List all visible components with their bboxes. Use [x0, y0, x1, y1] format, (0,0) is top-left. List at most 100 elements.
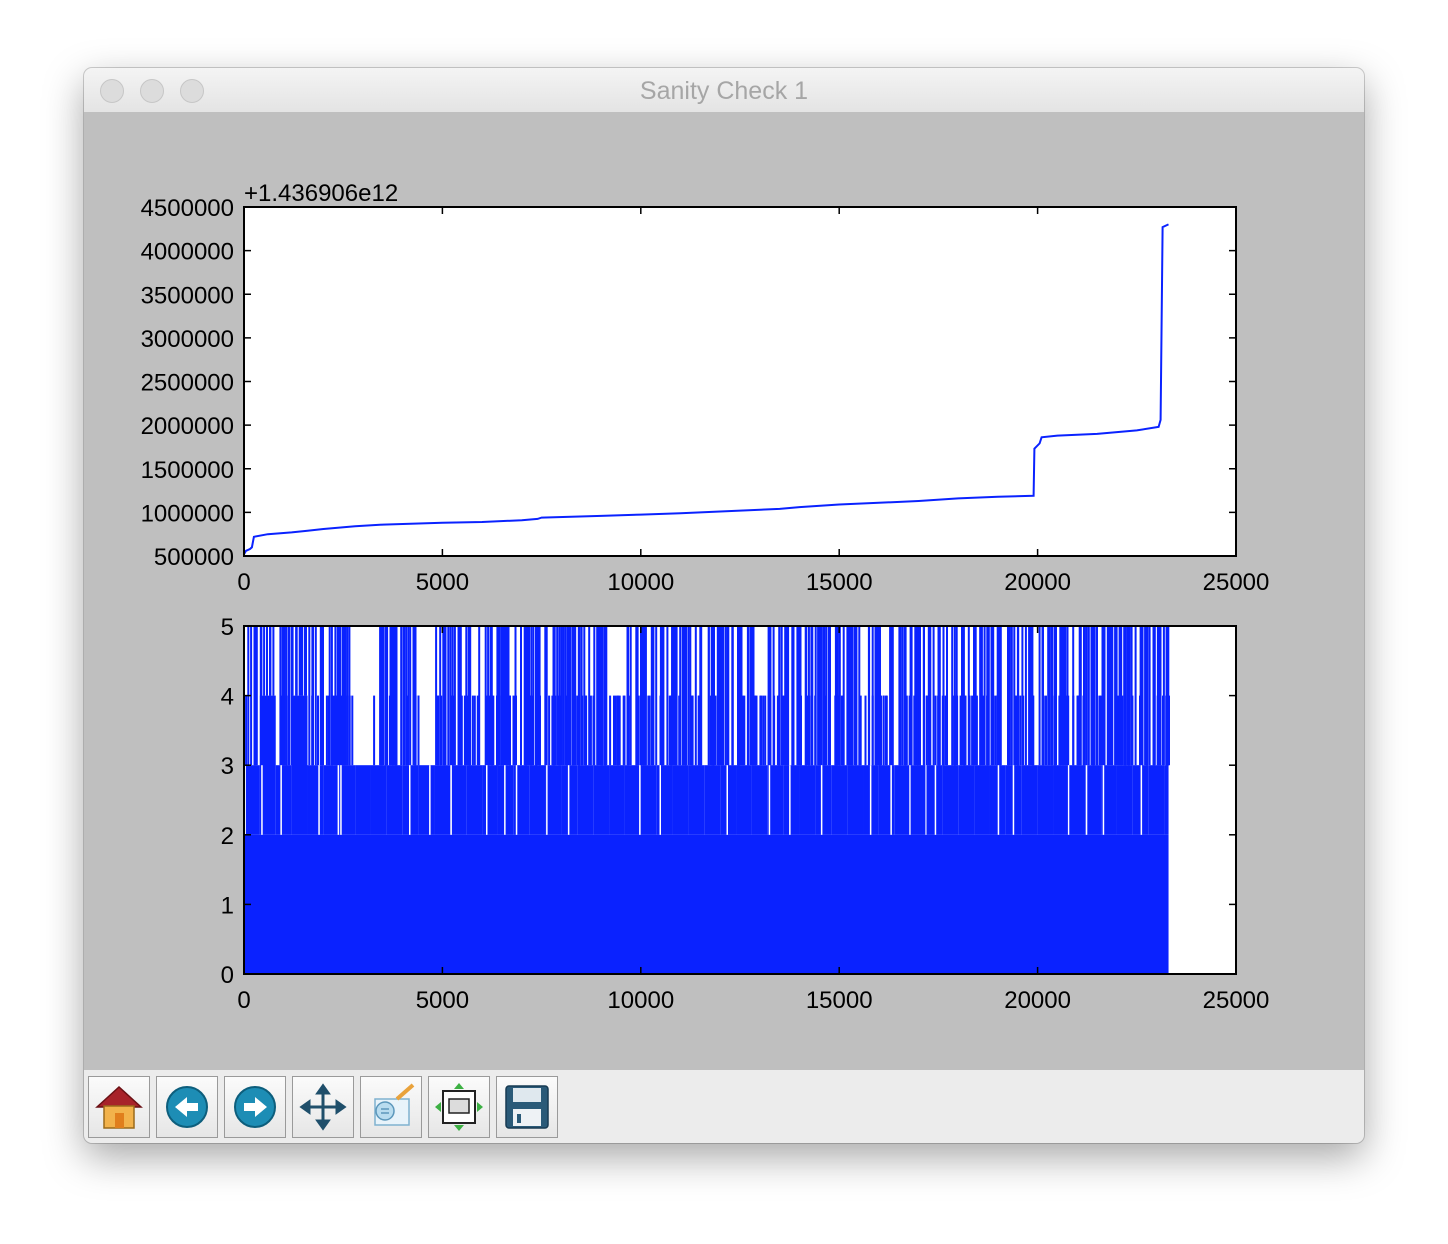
- bottom-chart-bar-band: [688, 765, 705, 835]
- bottom-chart-bar: [994, 695, 997, 766]
- bottom-chart-bar: [731, 626, 734, 766]
- bottom-chart-bar: [942, 626, 945, 766]
- bottom-chart-bar: [848, 626, 851, 766]
- bottom-chart-bar: [876, 626, 878, 766]
- bottom-chart-bar-band: [482, 765, 498, 835]
- bottom-chart-bar: [1085, 626, 1088, 766]
- bottom-chart-bar: [1124, 626, 1127, 766]
- bottom-chart-bar-band: [323, 765, 340, 835]
- bottom-chart-bar: [807, 626, 810, 766]
- subplots-button[interactable]: [428, 1076, 490, 1138]
- bottom-chart-bar: [901, 626, 904, 766]
- window-title: Sanity Check 1: [639, 77, 809, 105]
- bottom-chart-bar: [245, 695, 248, 766]
- bottom-chart-bar: [1096, 695, 1099, 766]
- forward-button[interactable]: [224, 1076, 286, 1138]
- bottom-chart-bar: [564, 626, 567, 766]
- bottom-chart-bar-band: [244, 765, 260, 835]
- bottom-chart-bar: [1101, 626, 1104, 766]
- bottom-chart-bar: [918, 695, 921, 766]
- move-icon: [299, 1083, 347, 1131]
- bottom-chart-gap: [869, 765, 872, 835]
- zoom-button[interactable]: [360, 1076, 422, 1138]
- bottom-chart-gap: [567, 765, 570, 835]
- bottom-chart-bar: [899, 626, 902, 766]
- bottom-chart-bar: [566, 626, 569, 766]
- bottom-chart-bar: [714, 695, 717, 766]
- bottom-chart-ytick-label: 4: [221, 684, 234, 711]
- bottom-chart-ytick-label: 2: [221, 823, 234, 850]
- bottom-chart-bar: [287, 626, 290, 766]
- bottom-chart-bar: [754, 695, 757, 766]
- bottom-chart-bar-band: [847, 765, 864, 835]
- bottom-chart-bar-band: [386, 765, 403, 835]
- home-button[interactable]: [88, 1076, 150, 1138]
- bottom-chart-bar: [260, 626, 263, 696]
- pan-button[interactable]: [292, 1076, 354, 1138]
- bottom-chart-bar: [647, 695, 650, 766]
- bottom-chart-bar: [858, 626, 861, 766]
- bottom-chart-bar: [1010, 626, 1013, 766]
- bottom-chart-bar: [409, 626, 412, 766]
- bottom-chart-bar-band: [1053, 765, 1070, 835]
- zoom-rect-icon: [374, 1083, 415, 1126]
- back-button[interactable]: [156, 1076, 218, 1138]
- bottom-chart-bar: [787, 626, 789, 766]
- bottom-chart-bar: [463, 695, 466, 766]
- bottom-chart-bar-band: [355, 765, 371, 835]
- save-button[interactable]: [496, 1076, 558, 1138]
- bottom-chart-bar: [916, 626, 919, 766]
- floppy-disk-icon: [505, 1085, 549, 1129]
- bottom-chart-bar: [1115, 626, 1118, 766]
- figure-canvas[interactable]: 0 5000 10000 15000 20000 25000 500000 1000000 15…: [84, 112, 1364, 1070]
- bottom-chart-gap: [789, 765, 791, 835]
- bottom-chart-bar: [644, 626, 647, 766]
- bottom-chart-bar: [596, 626, 599, 766]
- bottom-chart-bar: [484, 626, 487, 766]
- bottom-chart-gap: [546, 765, 548, 835]
- bottom-chart-bar: [1015, 695, 1017, 766]
- top-chart-xtick-label: 20000: [1004, 569, 1071, 596]
- bottom-chart-bar-band: [942, 765, 959, 835]
- bottom-chart-bar-band: [624, 765, 641, 835]
- bottom-chart-bar: [500, 626, 503, 766]
- bottom-chart-bar: [637, 695, 640, 766]
- bottom-chart-bar: [639, 695, 642, 766]
- bottom-chart-bar: [520, 626, 522, 766]
- bottom-chart-bar: [1045, 695, 1047, 766]
- bottom-chart-gap: [1067, 765, 1070, 835]
- bottom-chart-bar: [629, 626, 632, 766]
- bottom-chart-bar: [496, 695, 499, 766]
- bottom-chart-bar: [545, 626, 548, 766]
- bottom-chart-bar: [780, 626, 783, 766]
- bottom-chart-bar: [750, 626, 752, 766]
- bottom-chart-bar: [925, 695, 928, 766]
- bottom-chart-bar: [1016, 626, 1019, 766]
- bottom-chart-bar: [459, 626, 462, 766]
- bottom-chart-bar: [439, 626, 442, 766]
- bottom-chart-bar: [391, 626, 394, 766]
- bottom-chart-bar: [269, 626, 272, 696]
- bottom-chart-bar-band: [545, 765, 562, 835]
- top-chart-ytick-label: 2500000: [141, 370, 234, 397]
- bottom-chart-bar: [589, 695, 592, 766]
- bottom-chart-bar: [959, 695, 962, 766]
- bottom-chart-bar: [348, 695, 351, 766]
- bottom-chart-bar: [340, 695, 343, 766]
- bottom-chart-bar: [882, 695, 885, 766]
- bottom-chart-gap: [261, 765, 263, 835]
- bottom-chart-bar: [1087, 626, 1090, 766]
- bottom-chart-bar: [934, 695, 937, 766]
- bottom-chart-bar: [971, 695, 974, 766]
- bottom-chart-bar: [283, 626, 286, 766]
- bottom-chart-bar-band: [418, 765, 435, 835]
- bottom-chart-bar: [476, 695, 479, 766]
- bottom-chart-bar: [1064, 626, 1067, 766]
- bottom-chart-bar: [1128, 695, 1131, 766]
- title-bar[interactable]: Sanity Check 1: [84, 68, 1364, 113]
- bottom-chart-bar: [834, 695, 837, 766]
- bottom-chart-bar: [1022, 695, 1025, 766]
- bottom-chart-bar: [814, 695, 817, 766]
- bottom-chart-bar: [717, 626, 720, 766]
- bottom-chart-bar: [303, 626, 306, 696]
